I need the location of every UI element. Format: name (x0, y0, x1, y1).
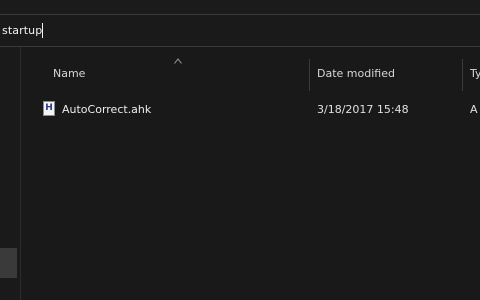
window-top-bar (0, 0, 480, 14)
column-divider[interactable] (462, 59, 463, 91)
file-name: AutoCorrect.ahk (62, 103, 152, 116)
file-type: A (470, 103, 478, 116)
column-divider[interactable] (309, 59, 310, 91)
navigation-pane-selected-item[interactable] (0, 248, 17, 278)
column-header-date-modified[interactable]: Date modified (317, 67, 395, 80)
column-header-row: Name Date modified Ty (21, 47, 480, 101)
address-path-input[interactable]: startup (2, 24, 42, 37)
text-caret (42, 23, 43, 38)
navigation-pane[interactable] (0, 47, 20, 300)
ahk-script-icon: H (43, 101, 55, 116)
column-header-type[interactable]: Ty (470, 67, 480, 80)
column-header-name[interactable]: Name (53, 67, 85, 80)
address-bar[interactable]: startup (0, 14, 480, 47)
file-date-modified: 3/18/2017 15:48 (317, 103, 409, 116)
sort-ascending-icon (174, 58, 182, 64)
file-row[interactable]: H AutoCorrect.ahk 3/18/2017 15:48 A (21, 98, 480, 122)
